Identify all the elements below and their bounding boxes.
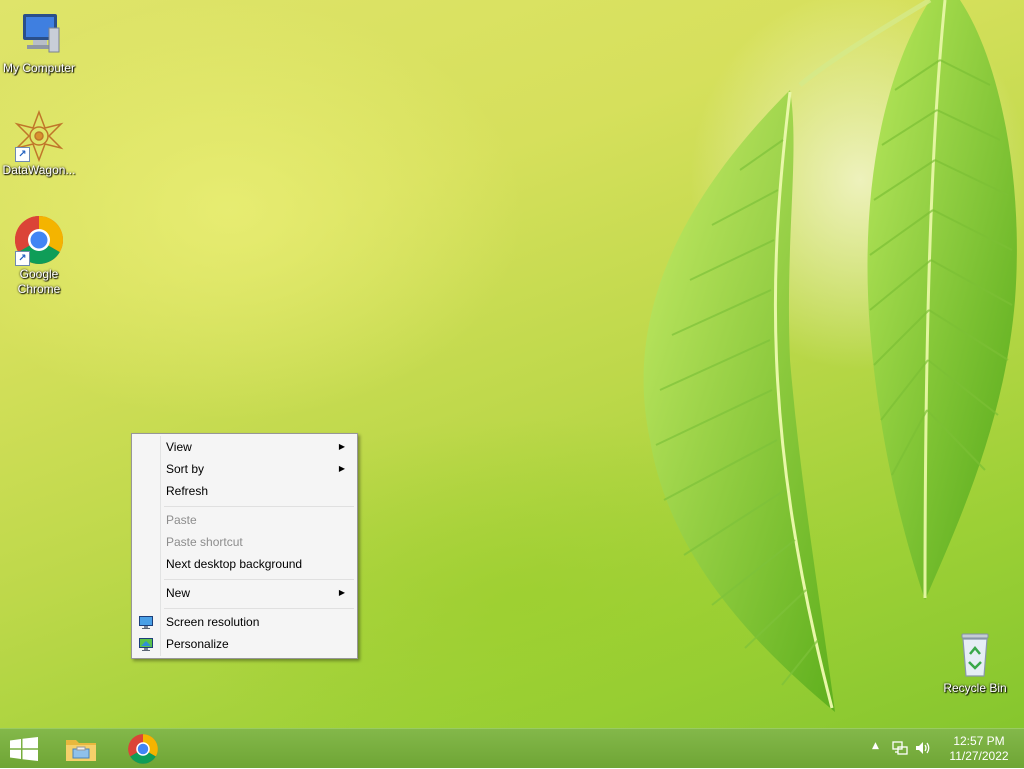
menu-item-paste[interactable]: Paste (134, 509, 355, 531)
volume-icon[interactable] (914, 740, 932, 760)
menu-item-label: Next desktop background (166, 557, 303, 571)
submenu-arrow-icon: ▶ (338, 464, 345, 473)
personalize-monitor-icon (138, 636, 154, 652)
taskbar-google-chrome[interactable] (118, 729, 168, 769)
folder-icon (65, 735, 97, 767)
computer-icon (13, 8, 65, 60)
desktop-icon-label: Google (19, 267, 59, 281)
menu-item-refresh[interactable]: Refresh (134, 480, 355, 502)
menu-item-label: Sort by (166, 462, 205, 476)
chrome-desktop-icon[interactable]: ↗ Google Chrome (0, 214, 78, 297)
desktop-icon-label: DataWagon... (2, 163, 76, 177)
desktop-icon-label: Chrome (17, 282, 61, 296)
menu-item-screen-resolution[interactable]: Screen resolution (134, 611, 355, 633)
recycle-bin-icon (949, 630, 1001, 680)
show-hidden-icons-arrow[interactable]: ▲ (872, 741, 879, 751)
system-tray: ▲ 12:57 PM 11/27/2022 (864, 729, 1024, 769)
menu-item-label: Screen resolution (166, 615, 260, 629)
chrome-icon (127, 733, 159, 769)
desktop-icon-label: My Computer (2, 61, 76, 75)
taskbar-clock[interactable]: 12:57 PM 11/27/2022 (944, 734, 1014, 764)
menu-separator (164, 579, 354, 580)
menu-item-view[interactable]: View ▶ (134, 436, 355, 458)
submenu-arrow-icon: ▶ (338, 442, 345, 451)
menu-item-new[interactable]: New ▶ (134, 582, 355, 604)
windows-logo-icon (10, 737, 38, 765)
menu-item-label: Personalize (166, 637, 229, 651)
menu-item-paste-shortcut[interactable]: Paste shortcut (134, 531, 355, 553)
start-button[interactable] (0, 729, 48, 769)
desktop-icon-label: Recycle Bin (943, 681, 1007, 695)
menu-item-label: Paste (166, 513, 197, 527)
menu-item-label: Paste shortcut (166, 535, 243, 549)
taskbar: ▲ 12:57 PM 11/27/2022 (0, 728, 1024, 768)
my-computer-desktop-icon[interactable]: My Computer (0, 8, 78, 76)
datawagon-desktop-icon[interactable]: ↗ DataWagon... (0, 109, 78, 178)
monitor-icon (138, 614, 154, 630)
chrome-icon: ↗ (13, 214, 65, 266)
datawagon-icon: ↗ (13, 109, 65, 163)
menu-item-next-desktop-background[interactable]: Next desktop background (134, 553, 355, 575)
recycle-bin-desktop-icon[interactable]: Recycle Bin (936, 630, 1014, 696)
menu-item-label: New (166, 586, 191, 600)
menu-separator (164, 506, 354, 507)
menu-separator (164, 608, 354, 609)
desktop-context-menu: View ▶ Sort by ▶ Refresh Paste Paste sho… (131, 433, 358, 659)
menu-item-personalize[interactable]: Personalize (134, 633, 355, 655)
menu-item-label: Refresh (166, 484, 209, 498)
taskbar-file-explorer[interactable] (56, 729, 106, 769)
shortcut-arrow-icon: ↗ (15, 147, 30, 162)
menu-item-sort-by[interactable]: Sort by ▶ (134, 458, 355, 480)
clock-date: 11/27/2022 (949, 749, 1009, 763)
menu-item-label: View (166, 440, 192, 454)
submenu-arrow-icon: ▶ (338, 588, 345, 597)
network-icon[interactable] (892, 740, 908, 760)
shortcut-arrow-icon: ↗ (15, 251, 30, 266)
clock-time: 12:57 PM (953, 734, 1005, 748)
